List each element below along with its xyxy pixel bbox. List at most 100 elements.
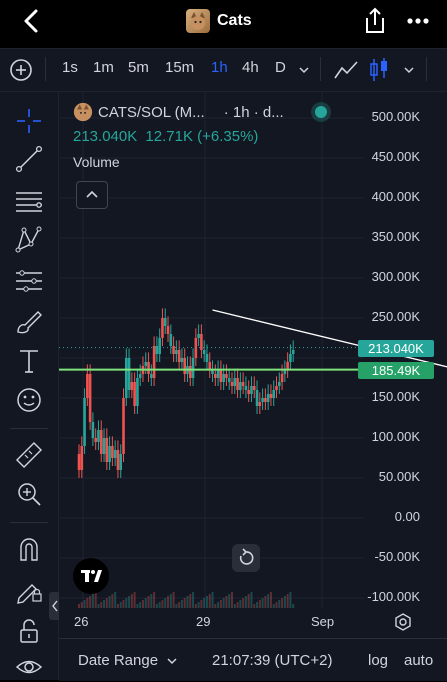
legend-collapse-button[interactable] — [76, 181, 108, 209]
legend-symbol[interactable]: CATS/SOL (M... — [98, 104, 205, 121]
candle-body — [197, 334, 200, 338]
emoji-icon[interactable] — [14, 385, 44, 415]
volume-bar — [200, 600, 203, 608]
timeframe-5m[interactable]: 5m — [128, 59, 149, 76]
candle-body — [152, 346, 156, 378]
brush-icon[interactable] — [14, 306, 44, 336]
log-scale-toggle[interactable]: log — [368, 652, 388, 669]
candle-body — [280, 374, 284, 382]
y-tick-label: 0.00 — [394, 509, 420, 524]
crosshair-icon[interactable] — [14, 106, 44, 136]
candle-body — [214, 374, 217, 378]
candle-body — [233, 378, 237, 386]
date-range-button[interactable]: Date Range — [78, 652, 158, 669]
reset-chart-button[interactable] — [232, 544, 260, 572]
volume-bar — [281, 598, 284, 608]
candle-body — [136, 378, 139, 406]
line-chart-type-icon[interactable] — [333, 58, 359, 82]
candle-body — [266, 394, 270, 402]
more-options-icon[interactable] — [403, 8, 433, 34]
volume-bar — [189, 594, 192, 608]
timeframe-d[interactable]: D — [275, 59, 286, 76]
lock-drawing-icon[interactable] — [14, 574, 44, 604]
zoom-in-icon[interactable] — [14, 479, 44, 509]
back-arrow-icon[interactable] — [18, 6, 46, 36]
add-symbol-icon[interactable] — [9, 58, 33, 82]
volume-bar — [125, 598, 128, 608]
volume-bar — [130, 594, 133, 608]
volume-bar — [225, 596, 228, 608]
text-tool-icon[interactable] — [14, 346, 44, 376]
candle-body — [230, 382, 234, 386]
date-range-chevron-down-icon[interactable] — [166, 656, 178, 666]
volume-bar — [122, 600, 125, 608]
candle-body — [258, 402, 262, 406]
legend-interval: · 1h · d... — [223, 103, 284, 121]
candle-body — [116, 450, 120, 470]
volume-bar — [261, 598, 264, 608]
time-axis[interactable]: 26 29 Sep — [59, 608, 447, 638]
volume-bar — [222, 598, 225, 608]
chart-pane[interactable]: CATS/SOL (M... · 1h · d... 213.040K 12.7… — [59, 92, 447, 637]
volume-bar — [94, 592, 97, 608]
candle-body — [124, 358, 128, 398]
timeframe-1h[interactable]: 1h — [211, 59, 228, 76]
candle-body — [161, 318, 164, 338]
ruler-icon[interactable] — [14, 440, 44, 470]
candle-body — [244, 386, 248, 390]
prediction-measure-icon[interactable] — [14, 266, 44, 296]
timeframe-4h[interactable]: 4h — [242, 59, 259, 76]
volume-bar — [103, 600, 106, 608]
timeframe-15m[interactable]: 15m — [165, 59, 194, 76]
volume-bar — [286, 594, 289, 608]
symbol-cat-icon — [73, 102, 93, 122]
chart-settings-icon[interactable] — [393, 612, 413, 632]
volume-bar — [289, 592, 292, 608]
timeframe-chevron-down-icon[interactable] — [298, 65, 310, 75]
volume-bar — [269, 592, 272, 608]
volume-bar — [183, 598, 186, 608]
timeframe-1s[interactable]: 1s — [62, 59, 78, 76]
y-tick-label: 100.00K — [371, 429, 420, 444]
auto-scale-toggle[interactable]: auto — [404, 652, 433, 669]
candle-body — [102, 438, 106, 454]
y-tick-label: 500.00K — [371, 109, 420, 124]
candle-body — [122, 398, 125, 454]
candle-body — [222, 374, 225, 382]
x-tick-label: 29 — [196, 614, 211, 629]
candlestick-chart-type-icon[interactable] — [369, 56, 389, 84]
market-status-dot — [314, 106, 327, 118]
candle-body — [261, 398, 264, 402]
candle-body — [97, 430, 100, 442]
timeframe-1m[interactable]: 1m — [93, 59, 114, 76]
candle-body — [105, 438, 109, 462]
legend-price: 213.040K — [73, 128, 138, 145]
y-tick-label: 150.00K — [371, 389, 420, 404]
candle-body — [119, 454, 123, 470]
top-nav-bar: Cats — [0, 0, 447, 44]
candle-body — [127, 358, 131, 390]
fib-retracement-icon[interactable] — [14, 186, 44, 216]
eye-icon[interactable] — [14, 652, 44, 682]
candle-body — [205, 354, 209, 362]
candle-body — [113, 450, 117, 458]
chart-type-chevron-down-icon[interactable] — [403, 65, 415, 75]
candle-body — [277, 382, 281, 386]
horizontal-line-price-badge[interactable]: 185.49K — [358, 362, 434, 379]
clock-timezone[interactable]: 21:07:39 (UTC+2) — [212, 652, 332, 669]
candle-body — [272, 390, 276, 398]
unlock-icon[interactable] — [14, 616, 44, 646]
y-tick-label: 250.00K — [371, 309, 420, 324]
candle-body — [86, 374, 89, 398]
x-tick-label: 26 — [74, 614, 89, 629]
tradingview-logo-icon — [81, 570, 102, 582]
share-icon[interactable] — [362, 6, 388, 36]
pattern-tool-icon[interactable] — [14, 224, 44, 254]
trend-line-icon[interactable] — [14, 144, 44, 174]
candle-body — [111, 446, 114, 458]
candle-body — [94, 438, 97, 442]
magnet-icon[interactable] — [14, 534, 44, 564]
volume-bar — [111, 594, 114, 608]
tradingview-logo[interactable] — [73, 558, 109, 594]
candle-body — [130, 382, 134, 390]
